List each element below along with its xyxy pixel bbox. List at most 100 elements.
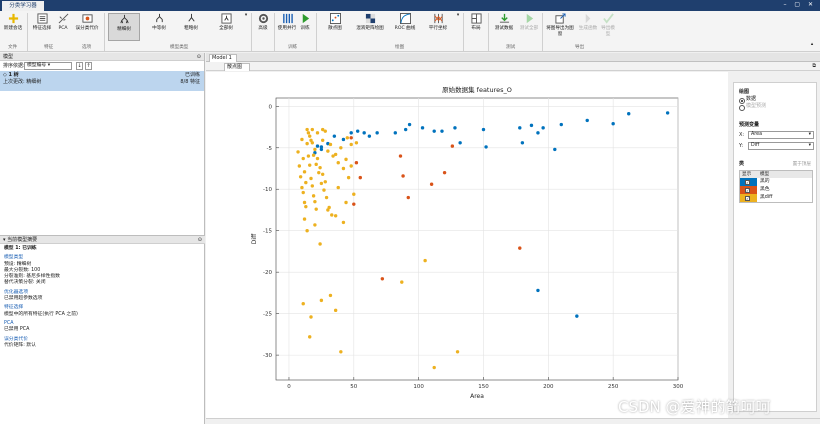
data-point — [380, 277, 385, 281]
radio-model-predictions[interactable]: 模型预测 — [739, 103, 811, 111]
data-point — [308, 163, 312, 167]
data-point — [315, 144, 320, 148]
check-icon — [602, 13, 614, 24]
models-panel: 模型 ⊙ 排序依据: 模型编号 ▾ ↓ ↑ ◇ 1 树 已训练 上次更改: 精细… — [0, 53, 205, 424]
undock-icon[interactable]: ⧉ — [812, 63, 816, 69]
data-point — [484, 145, 488, 149]
scatter-chart[interactable]: 0 50 100 150 200 250 300 0 -5 -10 -15 -20 -25 -30 原始数据… — [206, 72, 728, 418]
summary-body: 模型 1: 已训练 模型类型 预设: 精细树 最大分裂数: 100 分裂准则: … — [0, 244, 205, 351]
predictors-section-title: 预测变量 — [739, 122, 760, 128]
class-row[interactable]: ✓ 黑diff — [740, 194, 812, 202]
generate-function-button[interactable]: 生成函数 — [578, 13, 598, 41]
data-point — [553, 147, 557, 152]
confusion-matrix-button[interactable]: 混淆矩阵绘图 — [355, 13, 385, 41]
sort-dropdown[interactable]: 模型编号 ▾ — [24, 62, 72, 70]
data-point — [355, 129, 360, 133]
data-point — [518, 126, 522, 130]
class-name: 黑diff — [760, 195, 773, 200]
data-point — [349, 136, 353, 140]
data-point — [310, 127, 315, 132]
summary-panel-header: ▾ 当前模型摘要 ⊙ — [0, 236, 205, 244]
parallel-coords-button[interactable]: 平行坐标 — [424, 13, 452, 41]
panel-menu-icon[interactable]: ⊙ — [197, 53, 201, 61]
group-training: 训练 — [288, 45, 298, 50]
data-point — [403, 127, 408, 132]
data-point — [305, 127, 309, 132]
model-item-name: 1 树 — [8, 72, 19, 78]
y-axis-dropdown[interactable]: Diff — [748, 142, 814, 150]
plots-gallery-expand[interactable]: ▾ — [455, 13, 461, 41]
data-point — [328, 293, 333, 298]
tree-icon — [155, 13, 163, 23]
gallery-expand-button[interactable]: ▾ — [243, 13, 249, 41]
y-tick-label: -25 — [263, 312, 272, 318]
tab-scatter-plot[interactable]: 散点图 — [224, 63, 250, 71]
data-point — [320, 127, 325, 132]
model-medium-tree-button[interactable]: 中等树 — [146, 13, 172, 41]
model-fine-tree-button[interactable]: 精细树 — [108, 13, 140, 41]
model-coarse-tree-button[interactable]: 粗略树 — [178, 13, 204, 41]
data-point — [315, 131, 320, 135]
pca-button[interactable]: PCA — [56, 13, 70, 41]
x-tick-label: 200 — [543, 384, 554, 390]
feature-selection-icon — [36, 13, 48, 24]
class-row[interactable]: ✓ 黑色 — [740, 186, 812, 194]
data-point — [529, 123, 534, 128]
class-visible-checkbox[interactable]: ✓ — [745, 195, 750, 201]
group-options: 选项 — [82, 45, 92, 50]
tab-model-1[interactable]: Model 1 — [209, 54, 237, 62]
data-point — [520, 141, 525, 145]
test-all-button[interactable]: 测试全部 — [518, 13, 540, 41]
class-visible-checkbox[interactable]: ✓ — [745, 179, 750, 185]
app-tab[interactable]: 分类学习器 — [2, 1, 44, 11]
export-plot-button[interactable]: 将图导出为图窗 — [546, 13, 574, 41]
data-point — [458, 141, 462, 145]
plot-section-title: 绘图 — [739, 89, 750, 95]
class-visible-checkbox[interactable]: ✓ — [745, 187, 750, 193]
model-item-status: 已训练 — [184, 72, 200, 78]
radio-data[interactable]: 数据 — [739, 96, 811, 104]
panel-menu-icon[interactable]: ⊙ — [198, 236, 202, 244]
use-parallel-button[interactable]: 使用并行 — [277, 13, 297, 41]
chart-title: 原始数据集 features_O — [442, 85, 512, 94]
classes-section-title: 类 — [739, 161, 745, 167]
window-controls[interactable]: – ▢ ✕ — [783, 1, 816, 8]
data-point — [315, 156, 320, 161]
x-axis-dropdown[interactable]: Area — [748, 131, 814, 139]
data-point — [536, 288, 540, 293]
scatter-plot-button[interactable]: 散点图 — [320, 13, 350, 41]
data-point — [298, 175, 303, 179]
train-button[interactable]: 训练 — [298, 13, 312, 41]
move-to-front-button[interactable]: 置于顶层 — [793, 161, 811, 168]
pca-icon — [58, 13, 68, 24]
model-item-features: 8/8 特征 — [180, 79, 200, 85]
roc-curve-button[interactable]: ROC 曲线 — [390, 13, 420, 41]
new-session-button[interactable]: 新建会话 — [3, 13, 23, 41]
test-data-button[interactable]: 测试数据 — [492, 13, 516, 41]
data-point — [323, 180, 327, 184]
model-all-trees-button[interactable]: 全部树 — [212, 13, 240, 41]
sort-row: 排序依据: 模型编号 ▾ ↓ ↑ — [0, 61, 204, 71]
export-model-button[interactable]: 导出模型 — [600, 13, 616, 41]
classes-table: 显示 模型 ✓ 黑的 ✓ 黑色 ✓ 黑diff — [739, 170, 813, 203]
data-point — [306, 131, 311, 135]
advanced-button[interactable]: 高级 — [254, 13, 272, 41]
layout-button[interactable]: 布局 — [467, 13, 485, 41]
data-point — [324, 195, 329, 200]
current-model-summary-panel: ▾ 当前模型摘要 ⊙ 模型 1: 已训练 模型类型 预设: 精细树 最大分裂数:… — [0, 235, 205, 424]
title-bar: 分类学习器 – ▢ ✕ — [0, 0, 820, 11]
data-point — [308, 134, 312, 138]
model-list-item[interactable]: ◇ 1 树 已训练 上次更改: 精细树 8/8 特征 — [0, 71, 204, 91]
models-panel-header: 模型 ⊙ — [0, 53, 204, 61]
class-row[interactable]: ✓ 黑的 — [740, 178, 812, 186]
feature-selection-button[interactable]: 特征选择 — [30, 13, 54, 41]
data-point — [311, 194, 316, 198]
collapse-ribbon-icon[interactable]: ▴ — [808, 42, 816, 50]
sort-descending-button[interactable]: ↓ — [76, 62, 83, 70]
data-point — [326, 149, 330, 153]
data-point — [296, 150, 300, 154]
group-file: 文件 — [8, 45, 18, 50]
sort-ascending-button[interactable]: ↑ — [85, 62, 92, 70]
misclass-cost-button[interactable]: 误分类代价 — [74, 13, 100, 41]
x-tick-label: 150 — [478, 384, 489, 390]
